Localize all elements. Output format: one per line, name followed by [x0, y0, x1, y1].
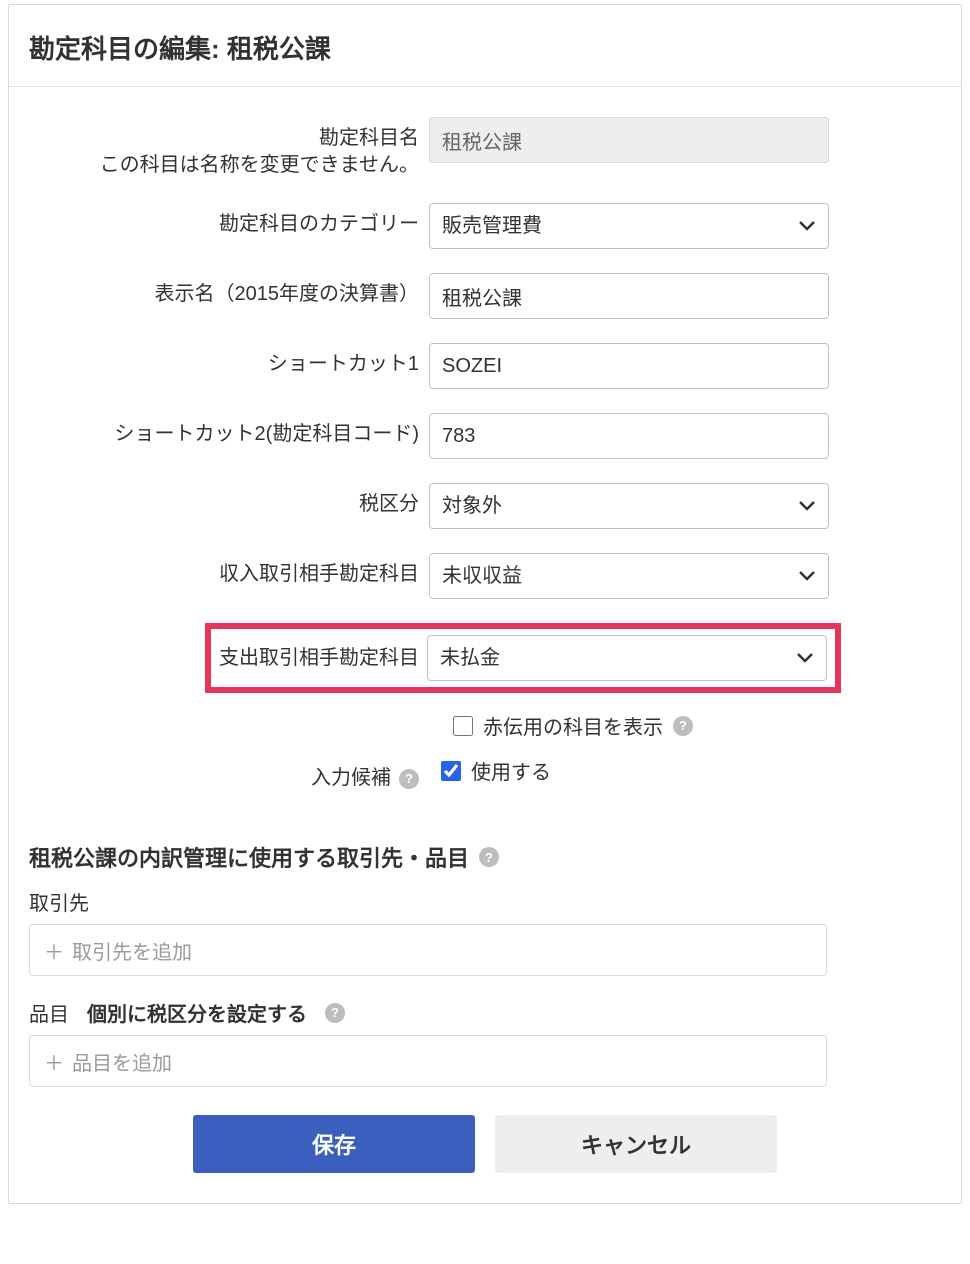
label-account-name: 勘定科目名 この科目は名称を変更できません。 [29, 117, 419, 179]
display-name-input[interactable] [429, 273, 829, 319]
button-row: 保存 キャンセル [29, 1115, 941, 1193]
help-icon[interactable]: ? [673, 716, 693, 736]
add-item-input[interactable]: ＋ 品目を追加 [29, 1035, 827, 1087]
row-expense-account-highlight: 支出取引相手勘定科目 未払金 [205, 623, 941, 693]
cancel-button[interactable]: キャンセル [495, 1115, 777, 1173]
row-income-account: 収入取引相手勘定科目 未収収益 [29, 553, 941, 599]
show-reversal-label: 赤伝用の科目を表示 [483, 711, 663, 740]
help-icon[interactable]: ? [325, 1003, 345, 1023]
label-expense-account: 支出取引相手勘定科目 [217, 645, 423, 672]
plus-icon: ＋ [44, 936, 64, 965]
shortcut1-input[interactable] [429, 343, 829, 389]
row-account-name: 勘定科目名 この科目は名称を変更できません。 [29, 117, 941, 179]
label-input-suggest: 入力候補 [311, 765, 391, 792]
show-reversal-checkbox[interactable] [453, 716, 473, 736]
item-label-row: 品目 個別に税区分を設定する ? [29, 998, 941, 1027]
account-name-note: この科目は名称を変更できません。 [29, 152, 419, 179]
partner-label: 取引先 [29, 887, 89, 916]
add-item-placeholder: 品目を追加 [72, 1047, 172, 1076]
row-input-suggest: 入力候補 ? 使用する [29, 756, 941, 801]
label-display-name: 表示名（2015年度の決算書） [29, 273, 419, 308]
row-display-name: 表示名（2015年度の決算書） [29, 273, 941, 319]
input-suggest-checkbox-label: 使用する [471, 756, 551, 785]
item-tax-label: 個別に税区分を設定する [87, 998, 307, 1027]
category-select[interactable]: 販売管理費 [429, 203, 829, 249]
highlight-box: 支出取引相手勘定科目 未払金 [205, 623, 841, 693]
label-category: 勘定科目のカテゴリー [29, 203, 419, 238]
label-shortcut2: ショートカット2(勘定科目コード) [29, 413, 419, 448]
edit-account-dialog: 勘定科目の編集: 租税公課 勘定科目名 この科目は名称を変更できません。 勘定科… [8, 4, 962, 1204]
save-button[interactable]: 保存 [193, 1115, 475, 1173]
item-label: 品目 [29, 998, 69, 1027]
label-income-account: 収入取引相手勘定科目 [29, 553, 419, 588]
row-tax-type: 税区分 対象外 [29, 483, 941, 529]
input-suggest-checkbox[interactable] [441, 761, 461, 781]
form-body: 勘定科目名 この科目は名称を変更できません。 勘定科目のカテゴリー 販売管理費 [9, 87, 961, 1203]
help-icon[interactable]: ? [399, 769, 419, 789]
partner-label-row: 取引先 [29, 887, 941, 916]
breakdown-heading: 租税公課の内訳管理に使用する取引先・品目 ? [29, 841, 941, 873]
add-partner-placeholder: 取引先を追加 [72, 936, 192, 965]
dialog-title: 勘定科目の編集: 租税公課 [29, 29, 941, 66]
label-tax-type: 税区分 [29, 483, 419, 518]
plus-icon: ＋ [44, 1047, 64, 1076]
account-name-input [429, 117, 829, 163]
label-shortcut1: ショートカット1 [29, 343, 419, 378]
row-category: 勘定科目のカテゴリー 販売管理費 [29, 203, 941, 249]
row-shortcut1: ショートカット1 [29, 343, 941, 389]
income-account-select[interactable]: 未収収益 [429, 553, 829, 599]
help-icon[interactable]: ? [479, 847, 499, 867]
add-partner-input[interactable]: ＋ 取引先を追加 [29, 924, 827, 976]
shortcut2-input[interactable] [429, 413, 829, 459]
dialog-header: 勘定科目の編集: 租税公課 [9, 5, 961, 87]
tax-type-select[interactable]: 対象外 [429, 483, 829, 529]
row-show-reversal: 赤伝用の科目を表示 ? [453, 711, 941, 740]
row-shortcut2: ショートカット2(勘定科目コード) [29, 413, 941, 459]
expense-account-select[interactable]: 未払金 [427, 635, 827, 681]
